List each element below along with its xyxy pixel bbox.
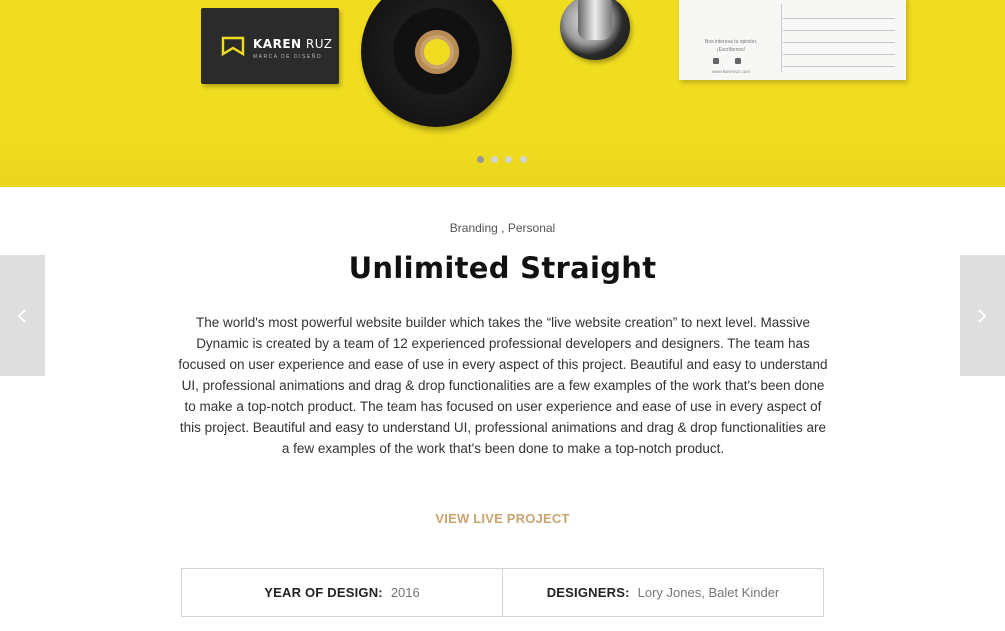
chevron-left-icon [17, 309, 26, 323]
card-brand: KAREN RUZ [253, 37, 333, 51]
category-separator: , [497, 221, 508, 235]
flag-logo-icon [221, 36, 245, 56]
project-details: YEAR OF DESIGN: 2016 DESIGNERS: Lory Jon… [181, 568, 824, 617]
postcard-text: Nos interesa tu opinión. ¡Escríbenos! [704, 39, 758, 53]
project-title: Unlimited Straight [348, 251, 657, 285]
designers-label: DESIGNERS: [546, 585, 630, 600]
slider-dot-3[interactable] [505, 156, 512, 163]
hero-slider: KAREN RUZ MARCA DE DISEÑO Nos interesa t… [0, 0, 1005, 187]
year-of-design-value: 2016 [390, 585, 420, 600]
facebook-icon [713, 58, 719, 64]
chevron-right-icon [978, 309, 987, 323]
card-subtitle: MARCA DE DISEÑO [253, 54, 323, 60]
stapler [560, 0, 630, 60]
postcard-social-icons [711, 58, 751, 64]
slider-dot-4[interactable] [520, 156, 527, 163]
business-card: KAREN RUZ MARCA DE DISEÑO [201, 8, 339, 84]
year-of-design-cell: YEAR OF DESIGN: 2016 [182, 569, 502, 616]
project-description: The world's most powerful website builde… [178, 315, 828, 456]
designers-value: Lory Jones, Balet Kinder [637, 585, 780, 600]
tape-roll [361, 0, 512, 127]
slider-dot-1[interactable] [477, 156, 484, 163]
designers-cell: DESIGNERS: Lory Jones, Balet Kinder [502, 569, 823, 616]
slider-dot-2[interactable] [491, 156, 498, 163]
postcard: Nos interesa tu opinión. ¡Escríbenos! ww… [679, 0, 906, 80]
cta-wrapper: VIEW LIVE PROJECT [0, 510, 1005, 528]
category-link-personal[interactable]: Personal [508, 221, 555, 235]
year-of-design-label: YEAR OF DESIGN: [264, 585, 383, 600]
postcard-website: www.karenruz.com [711, 69, 750, 74]
category-link-branding[interactable]: Branding [450, 221, 498, 235]
instagram-icon [735, 58, 741, 64]
slider-dots [477, 156, 537, 164]
view-live-project-link[interactable]: VIEW LIVE PROJECT [435, 511, 569, 526]
project-categories: Branding , Personal [0, 221, 1005, 235]
